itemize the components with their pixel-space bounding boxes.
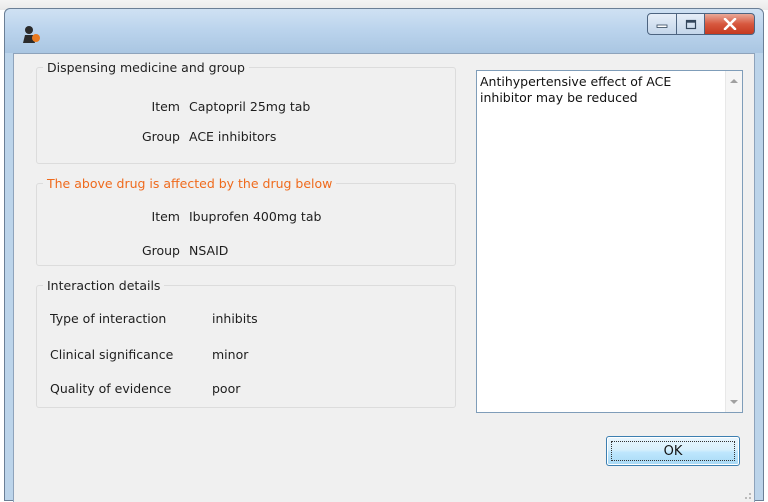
interaction-type-label: Type of interaction (50, 311, 167, 326)
dialog-body: Dispensing medicine and group Item Capto… (13, 53, 755, 502)
clinical-significance-label: Clinical significance (50, 347, 174, 362)
dispensing-group: Dispensing medicine and group Item Capto… (36, 60, 456, 164)
interaction-notes-text: Antihypertensive effect of ACE inhibitor… (480, 74, 672, 105)
ok-button[interactable]: OK (606, 436, 740, 466)
affected-item-label: Item (151, 209, 180, 224)
minimize-icon (656, 24, 668, 28)
close-icon (723, 18, 736, 30)
affected-legend: The above drug is affected by the drug b… (47, 176, 333, 191)
dispensing-legend: Dispensing medicine and group (47, 60, 245, 75)
dispensing-item-label: Item (151, 99, 180, 114)
resize-grip-icon[interactable] (740, 488, 752, 500)
affected-item-value: Ibuprofen 400mg tab (189, 209, 322, 224)
affected-group-value: NSAID (189, 243, 229, 258)
interaction-dialog: Dispensing medicine and group Item Capto… (4, 8, 764, 502)
evidence-quality-label: Quality of evidence (50, 381, 172, 396)
title-bar[interactable] (5, 9, 763, 53)
maximize-icon (685, 19, 696, 29)
minimize-button[interactable] (647, 13, 677, 35)
interaction-notes-textarea[interactable]: Antihypertensive effect of ACE inhibitor… (476, 70, 743, 413)
caption-buttons (647, 13, 755, 37)
clinical-significance-value: minor (212, 347, 249, 362)
scroll-up-icon[interactable] (730, 79, 738, 83)
interaction-details-group: Interaction details Type of interaction … (36, 278, 456, 408)
affected-by-group: The above drug is affected by the drug b… (36, 176, 456, 266)
focus-ring (611, 441, 735, 461)
evidence-quality-value: poor (212, 381, 241, 396)
app-icon (23, 26, 40, 43)
maximize-button[interactable] (677, 13, 705, 35)
interaction-legend: Interaction details (47, 278, 161, 293)
affected-group-label: Group (141, 243, 180, 258)
dispensing-group-value: ACE inhibitors (189, 129, 277, 144)
interaction-type-value: inhibits (212, 311, 258, 326)
scroll-down-icon[interactable] (730, 400, 738, 404)
notes-scrollbar[interactable] (725, 71, 742, 412)
dispensing-group-label: Group (141, 129, 180, 144)
close-button[interactable] (705, 13, 755, 35)
dispensing-item-value: Captopril 25mg tab (189, 99, 311, 114)
